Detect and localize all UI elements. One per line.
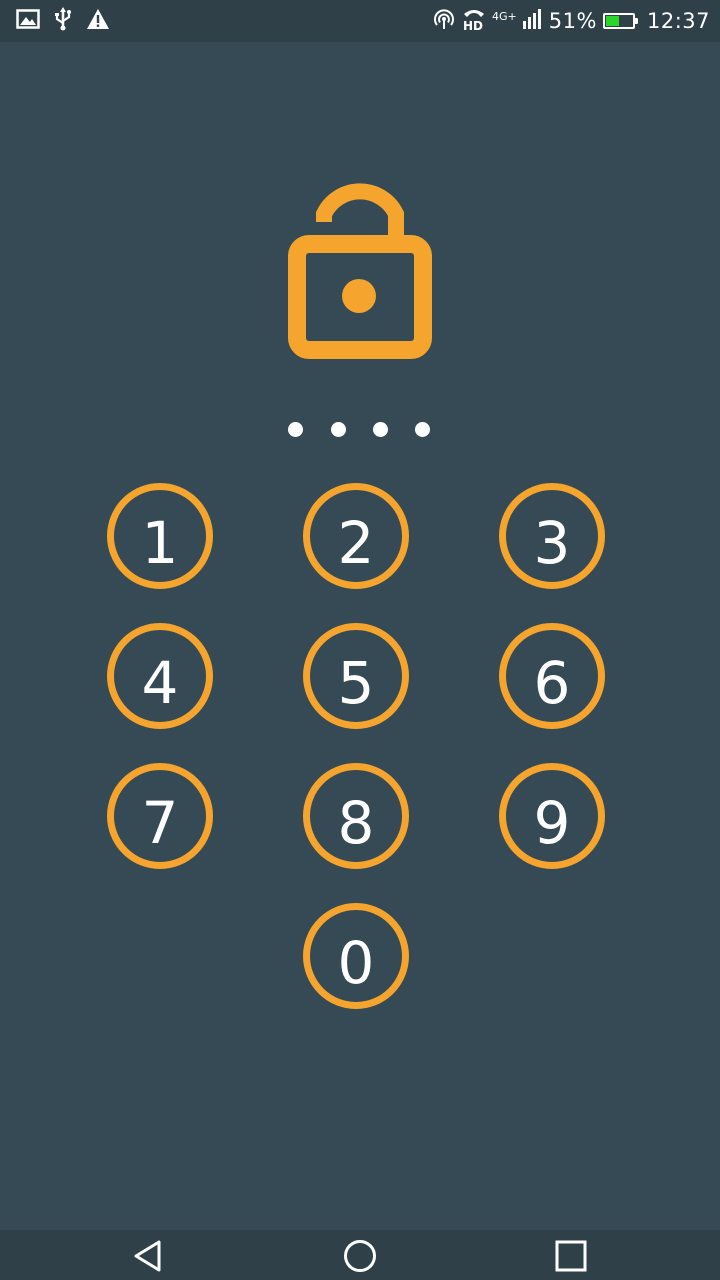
clock: 12:37 [646,9,710,33]
usb-icon [54,7,72,35]
hotspot-icon [432,7,456,35]
back-button[interactable] [131,1239,165,1273]
pin-indicator [280,420,440,440]
key-8[interactable]: 8 [303,763,409,869]
pin-dot [415,422,430,437]
network-type: 4G+ [492,9,517,23]
key-0[interactable]: 0 [303,903,409,1009]
svg-text:HD: HD [463,19,483,32]
key-4[interactable]: 4 [107,623,213,729]
app-lock-screen: HD 4G+ 51% 12:37 1 2 3 4 5 6 7 8 9 0 [0,0,720,1280]
key-3[interactable]: 3 [499,483,605,589]
back-icon [134,1240,161,1272]
key-2[interactable]: 2 [303,483,409,589]
key-6[interactable]: 6 [499,623,605,729]
key-5[interactable]: 5 [303,623,409,729]
home-button[interactable] [343,1239,377,1273]
battery-percent: 51% [548,9,597,33]
image-icon [16,9,40,33]
status-right-icons: HD 4G+ 51% 12:37 [432,6,710,36]
status-bar: HD 4G+ 51% 12:37 [0,0,720,42]
recents-button[interactable] [554,1239,588,1273]
key-7[interactable]: 7 [107,763,213,869]
signal-icon [522,9,543,33]
unlocked-padlock-icon [288,183,432,359]
warning-icon [86,8,110,34]
recents-icon [555,1240,587,1272]
key-9[interactable]: 9 [499,763,605,869]
pin-dot [373,422,388,437]
key-1[interactable]: 1 [107,483,213,589]
navigation-bar [0,1230,720,1280]
pin-dot [331,422,346,437]
battery-level [605,16,619,26]
battery-icon [602,13,638,29]
pin-dot [288,422,303,437]
home-icon [344,1240,376,1272]
hd-call-icon: HD [462,6,486,36]
status-left-icons [16,7,110,35]
